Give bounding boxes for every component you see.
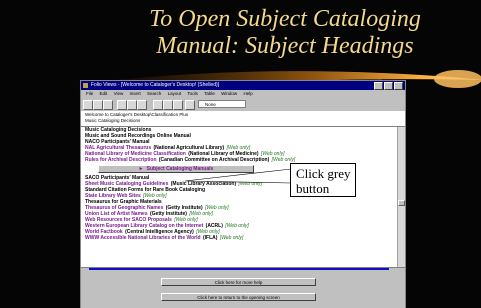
presentation-slide: To Open Subject Cataloging Manual: Subje… bbox=[0, 0, 481, 308]
callout-box: Click grey button bbox=[290, 163, 356, 197]
forward-icon[interactable] bbox=[163, 100, 173, 110]
back-icon[interactable] bbox=[153, 100, 163, 110]
menu-view[interactable]: View bbox=[114, 91, 124, 96]
bookmark-icon[interactable] bbox=[185, 100, 195, 110]
menu-tools[interactable]: Tools bbox=[187, 91, 198, 96]
search-icon[interactable] bbox=[137, 100, 147, 110]
callout-pointer bbox=[185, 168, 291, 184]
callout-line1: Click grey bbox=[296, 166, 351, 181]
expand-arrow-icon: ► bbox=[138, 166, 144, 172]
save-icon[interactable] bbox=[93, 100, 103, 110]
copy-icon[interactable] bbox=[117, 100, 127, 110]
view-select[interactable]: None bbox=[198, 100, 246, 108]
return-opening-screen-button[interactable]: Click here to return to the opening scre… bbox=[161, 293, 316, 301]
window-controls bbox=[374, 82, 403, 90]
more-help-button[interactable]: Click here for more help bbox=[161, 278, 316, 286]
minimize-icon[interactable] bbox=[374, 82, 383, 90]
vertical-scrollbar[interactable] bbox=[397, 127, 405, 267]
menu-insert[interactable]: Insert bbox=[130, 91, 141, 96]
menu-help[interactable]: Help bbox=[243, 91, 252, 96]
path-line2: Music Cataloging Decisions bbox=[85, 118, 141, 123]
maximize-icon[interactable] bbox=[384, 82, 393, 90]
bottom-button-panel: Click here for more help Click here to r… bbox=[81, 267, 405, 308]
app-icon bbox=[83, 83, 88, 88]
window-title: Folio Views - [Welcome to Cataloger's De… bbox=[91, 82, 220, 88]
menu-table[interactable]: Table bbox=[204, 91, 215, 96]
menu-window[interactable]: Window bbox=[221, 91, 237, 96]
list-item[interactable]: WWW Accessible National Libraries of the… bbox=[81, 235, 397, 241]
menu-edit[interactable]: Edit bbox=[100, 91, 108, 96]
path-line1: Welcome to Cataloger's Desktop\Classific… bbox=[85, 112, 189, 117]
folio-views-window: Folio Views - [Welcome to Cataloger's De… bbox=[80, 80, 406, 308]
paste-icon[interactable] bbox=[127, 100, 137, 110]
slide-title: To Open Subject Cataloging Manual: Subje… bbox=[95, 6, 475, 60]
menu-bar: File Edit View Insert Search Layout Tool… bbox=[81, 90, 405, 98]
menu-file[interactable]: File bbox=[86, 91, 93, 96]
print-icon[interactable] bbox=[103, 100, 113, 110]
slide-title-line1: To Open Subject Cataloging bbox=[149, 6, 421, 32]
divider bbox=[89, 268, 389, 270]
menu-search[interactable]: Search bbox=[147, 91, 161, 96]
document-content: Music Cataloging Decisions Music and Sou… bbox=[81, 127, 397, 267]
home-icon[interactable] bbox=[173, 100, 183, 110]
close-icon[interactable] bbox=[394, 82, 403, 90]
slide-title-line2: Manual: Subject Headings bbox=[156, 33, 414, 59]
scrollbar-thumb[interactable] bbox=[398, 200, 405, 206]
callout-line2: button bbox=[296, 181, 330, 196]
toolbar: None bbox=[81, 98, 405, 112]
open-icon[interactable] bbox=[83, 100, 93, 110]
location-panel: Welcome to Cataloger's Desktop\Classific… bbox=[81, 111, 405, 127]
window-titlebar[interactable]: Folio Views - [Welcome to Cataloger's De… bbox=[81, 81, 405, 90]
menu-layout[interactable]: Layout bbox=[168, 91, 182, 96]
